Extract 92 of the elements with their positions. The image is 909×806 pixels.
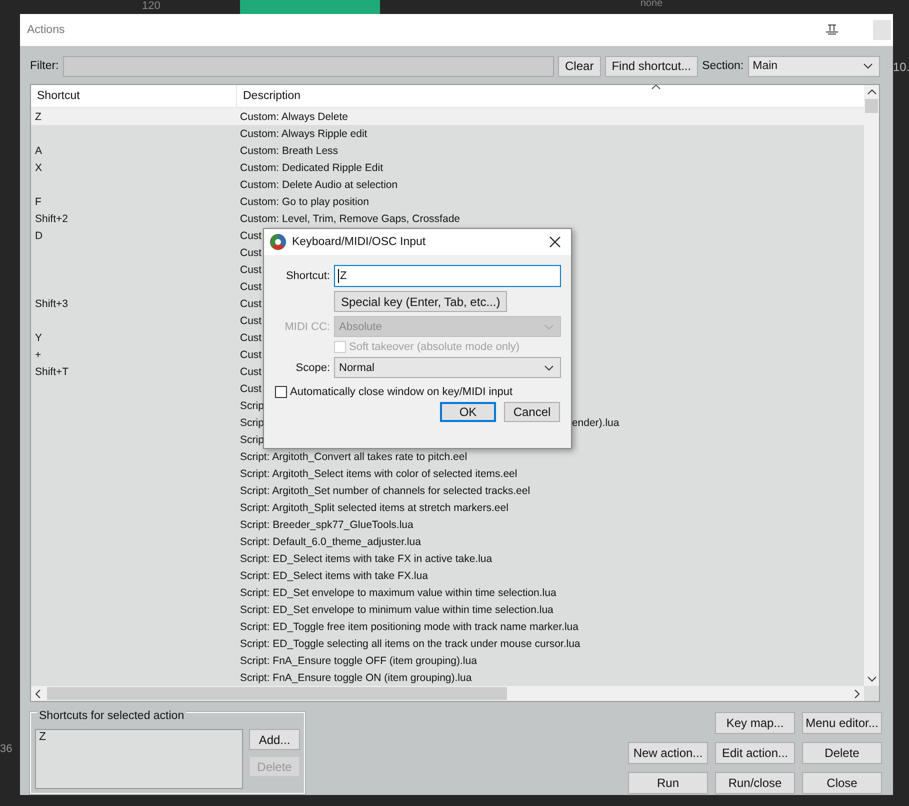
- scroll-right-icon[interactable]: [854, 688, 860, 698]
- midi-cc-label: MIDI CC:: [284, 320, 331, 332]
- scroll-thumb[interactable]: [47, 687, 507, 700]
- auto-close-checkbox[interactable]: Automatically close window on key/MIDI input: [275, 386, 561, 398]
- tempo-value: 120: [142, 0, 160, 13]
- scroll-left-icon[interactable]: [35, 688, 41, 698]
- description-cell[interactable]: Script: ED_Select items with take FX in active take.lua: [240, 552, 492, 564]
- description-cell: ender).lua: [572, 416, 620, 428]
- vertical-scrollbar[interactable]: [864, 85, 879, 686]
- description-cell[interactable]: Custom: Breath Less: [240, 144, 338, 156]
- action-button[interactable]: Edit action...: [715, 742, 795, 764]
- description-cell[interactable]: Script: Argitoth_Set number of channels for selected tracks.eel: [240, 484, 530, 496]
- horizontal-scrollbar[interactable]: [31, 686, 864, 701]
- dialog-button[interactable]: OK: [440, 402, 496, 422]
- shortcut-cell: Z: [35, 110, 42, 122]
- description-cell[interactable]: Custom: Go to play position: [240, 196, 369, 208]
- scope-dropdown[interactable]: Normal: [334, 357, 561, 378]
- shortcut-field[interactable]: Z: [334, 265, 561, 287]
- group-title: Shortcuts for selected action: [37, 710, 186, 722]
- shortcut-label: Shortcut:: [284, 270, 331, 282]
- action-button[interactable]: Close: [802, 772, 882, 794]
- description-cell[interactable]: Custom: Always Ripple edit: [240, 128, 368, 140]
- scroll-up-icon[interactable]: [866, 89, 876, 95]
- scope-label: Scope:: [294, 362, 331, 374]
- description-cell[interactable]: Cust: [240, 382, 262, 394]
- shortcut-cell: Shift+T: [35, 366, 69, 378]
- description-cell[interactable]: Script: ED_Set envelope to minimum value within time selection.lua: [240, 604, 554, 616]
- selected-row[interactable]: Z Custom: Always Delete: [31, 108, 864, 125]
- description-cell[interactable]: Custom: Delete Audio at selection: [240, 178, 398, 190]
- scroll-down-icon[interactable]: [866, 676, 876, 682]
- none-label: none: [640, 0, 663, 11]
- action-button[interactable]: Key map...: [715, 712, 795, 734]
- shortcut-cell: +: [35, 348, 42, 360]
- toolbar-button[interactable]: Find shortcut...: [604, 56, 698, 76]
- description-cell[interactable]: Scrip: [240, 434, 264, 446]
- description-cell[interactable]: Script: FnA_Ensure toggle ON (item grouping).lua: [240, 672, 472, 684]
- dialog-title: Keyboard/MIDI/OSC Input: [292, 236, 427, 248]
- shortcut-cell: X: [35, 162, 42, 174]
- description-cell[interactable]: Cust: [240, 280, 262, 292]
- description-cell[interactable]: Script: Argitoth_Convert all takes rate to pitch.eel: [240, 450, 468, 462]
- description-cell[interactable]: Script: ED_Select items with take FX.lua: [240, 570, 428, 582]
- description-cell[interactable]: Custom: Always Delete: [240, 110, 348, 122]
- action-button[interactable]: Delete: [802, 742, 882, 764]
- shortcut-cell: D: [35, 230, 43, 242]
- description-cell[interactable]: Script: Default_6.0_theme_adjuster.lua: [240, 536, 421, 548]
- description-cell[interactable]: Cust: [240, 298, 262, 310]
- description-cell[interactable]: Cust: [240, 230, 262, 242]
- section-dropdown[interactable]: Main: [748, 56, 880, 76]
- app-logo-icon: [269, 233, 287, 251]
- description-cell[interactable]: Script: ED_Toggle selecting all items on the track under mouse cursor.lua: [240, 638, 580, 650]
- description-cell[interactable]: Cust: [240, 246, 262, 258]
- action-button[interactable]: New action...: [628, 742, 708, 764]
- action-button[interactable]: Run: [628, 772, 708, 794]
- description-cell[interactable]: Scrip: [240, 416, 264, 428]
- close-icon[interactable]: [549, 236, 561, 248]
- shortcut-button[interactable]: Add...: [249, 729, 300, 750]
- column-header[interactable]: Description: [236, 85, 301, 107]
- section-label: Section:: [702, 60, 744, 72]
- description-cell[interactable]: Script: ED_Toggle free item positioning mode with track name marker.lua: [240, 620, 578, 632]
- shortcut-cell: F: [35, 196, 42, 208]
- description-cell[interactable]: Scrip: [240, 400, 264, 412]
- description-cell[interactable]: Script: ED_Set envelope to maximum value within time selection.lua: [240, 586, 556, 598]
- track-number: 36: [0, 743, 14, 755]
- description-cell[interactable]: Custom: Dedicated Ripple Edit: [240, 162, 383, 174]
- scroll-thumb[interactable]: [865, 99, 878, 113]
- description-cell[interactable]: Cust: [240, 366, 262, 378]
- pin-icon[interactable]: [825, 24, 839, 36]
- shortcut-item[interactable]: Z: [39, 731, 46, 743]
- special-key-button[interactable]: Special key (Enter, Tab, etc...): [334, 291, 508, 312]
- description-cell[interactable]: Script: Breeder_spk77_GlueTools.lua: [240, 518, 414, 530]
- shortcut-cell: A: [35, 144, 42, 156]
- dialog-button[interactable]: Cancel: [504, 402, 560, 422]
- description-cell[interactable]: Cust: [240, 348, 262, 360]
- toolbar-button[interactable]: Clear: [558, 56, 601, 76]
- window-title: Actions: [27, 24, 66, 36]
- description-cell[interactable]: Cust: [240, 332, 262, 344]
- description-cell[interactable]: Cust: [240, 314, 262, 326]
- description-cell[interactable]: Script: Argitoth_Select items with color of selected items.eel: [240, 468, 518, 480]
- ruler-number: 10.: [893, 60, 909, 74]
- sort-icon: [651, 85, 661, 90]
- description-cell[interactable]: Script: Argitoth_Split selected items at stretch markers.eel: [240, 502, 508, 514]
- description-cell[interactable]: Script: FnA_Ensure toggle OFF (item grouping).lua: [240, 654, 477, 666]
- description-cell[interactable]: Custom: Level, Trim, Remove Gaps, Crossfade: [240, 212, 460, 224]
- shortcut-cell: Shift+2: [35, 212, 68, 224]
- column-header[interactable]: Shortcut: [31, 85, 236, 107]
- action-button[interactable]: Run/close: [715, 772, 795, 794]
- filter-field[interactable]: [62, 56, 554, 76]
- shortcut-cell: Y: [35, 332, 42, 344]
- shortcut-cell: Shift+3: [35, 298, 68, 310]
- description-cell[interactable]: Cust: [240, 264, 262, 276]
- action-button[interactable]: Menu editor...: [802, 712, 882, 734]
- filter-label: Filter:: [30, 60, 59, 72]
